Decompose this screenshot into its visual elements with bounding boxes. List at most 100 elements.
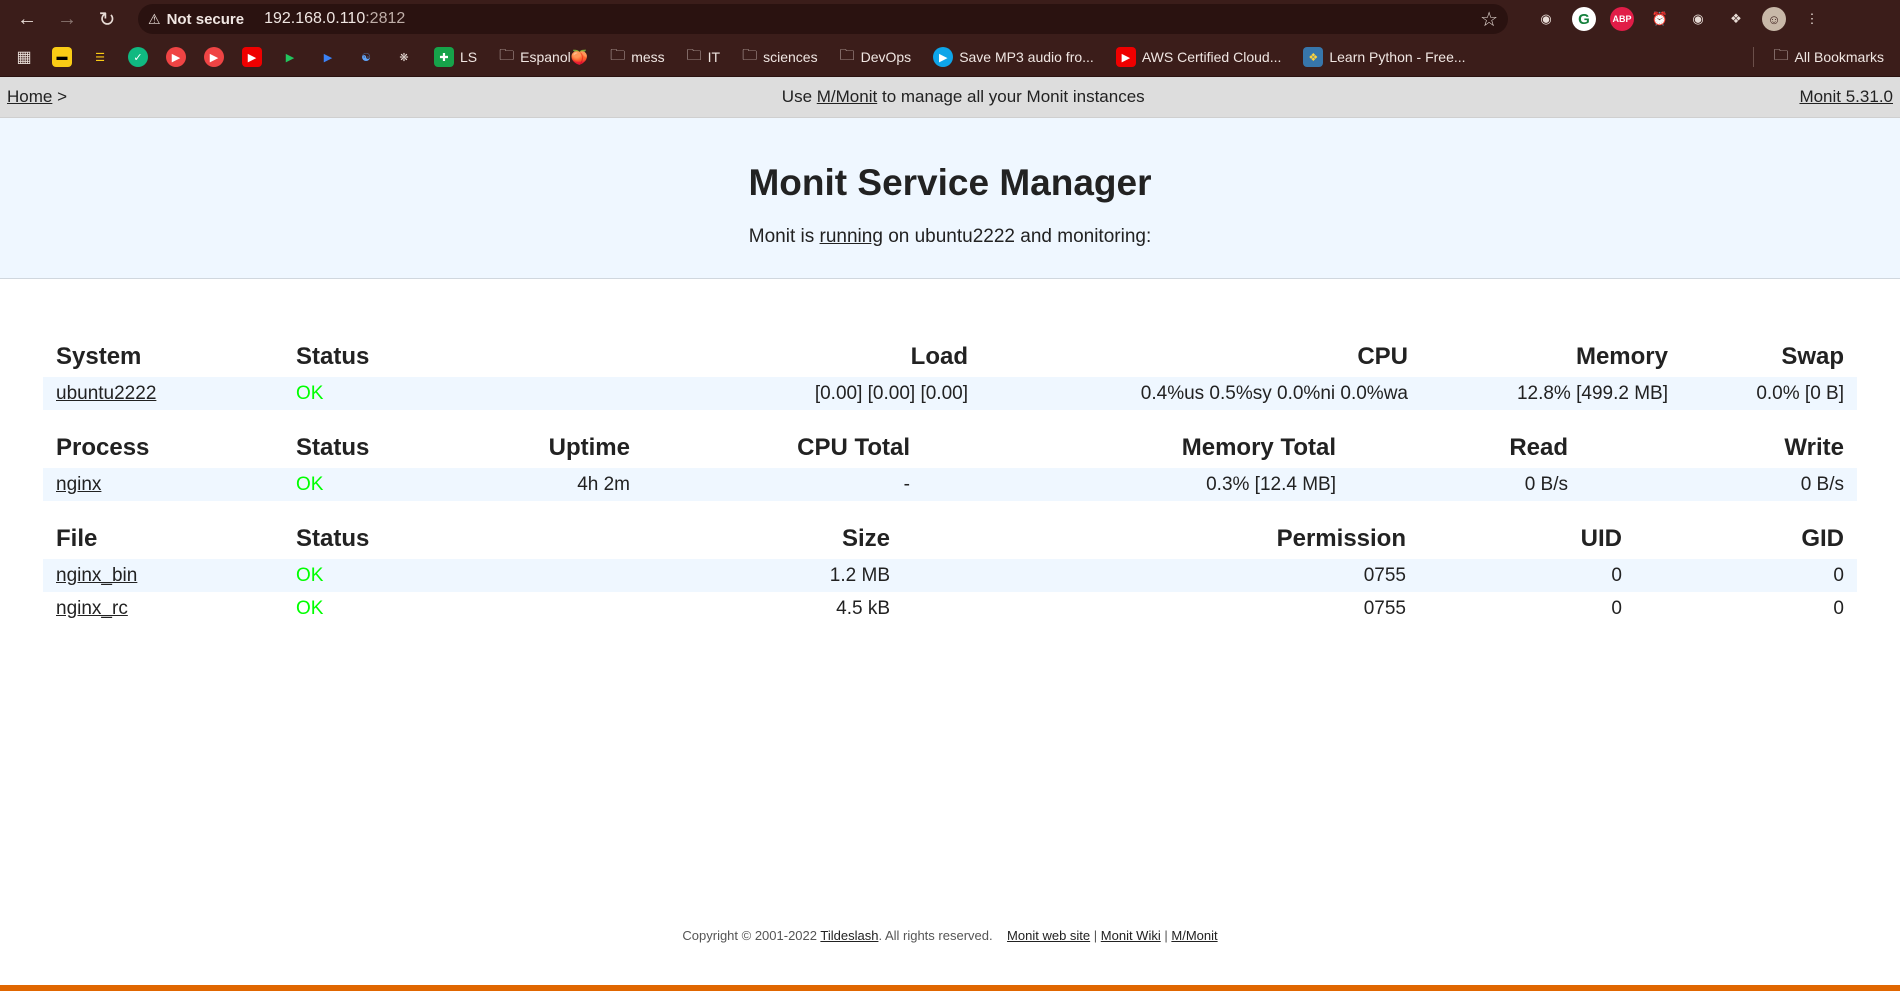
folder-icon: 🗀 — [610, 46, 626, 64]
breadcrumb-separator: > — [57, 87, 68, 106]
status-cell: OK — [283, 377, 532, 410]
grammarly-icon[interactable]: G — [1572, 7, 1596, 31]
memory-cell: 12.8% [499.2 MB] — [1421, 377, 1681, 410]
library-icon[interactable]: ☯ — [356, 47, 376, 67]
video-icon[interactable]: ▶ — [166, 47, 186, 67]
apps-grid-icon[interactable]: ▦ — [14, 47, 34, 67]
page-title: Monit Service Manager — [748, 162, 1152, 203]
size-cell: 4.5 kB — [836, 597, 890, 619]
uptime-cell: 4h 2m — [463, 468, 643, 501]
sheets-icon: ✚ — [434, 47, 454, 67]
youtube-music-icon[interactable]: ▶ — [204, 47, 224, 67]
alarm-icon[interactable]: ⏰ — [1648, 7, 1672, 31]
target-icon[interactable]: ◉ — [1534, 7, 1558, 31]
play-books-icon[interactable]: ▶ — [318, 47, 338, 67]
camera-icon[interactable]: ◉ — [1686, 7, 1710, 31]
system-link[interactable]: ubuntu2222 — [56, 383, 156, 404]
bookmark-mess[interactable]: 🗀 mess — [602, 45, 672, 70]
write-cell: 0 B/s — [1581, 468, 1857, 501]
menu-dots-icon[interactable]: ⋮ — [1800, 7, 1824, 31]
notes-icon[interactable]: ▬ — [52, 47, 72, 67]
chatgpt-icon[interactable]: ❋ — [394, 47, 414, 67]
file-link[interactable]: nginx_bin — [56, 565, 137, 586]
folder-icon: 🗀 — [742, 46, 758, 64]
file-name-cell: nginx_rc — [43, 592, 283, 625]
running-link[interactable]: running — [820, 226, 883, 247]
address-bar[interactable]: ⚠ Not secure 192.168.0.110:2812 ☆ — [138, 4, 1508, 34]
col-header: Status — [296, 343, 370, 370]
table-row: nginx_rc OK 4.5 kB 0755 0 0 — [43, 592, 1857, 625]
folder-icon: 🗀 — [1773, 46, 1789, 64]
bookmark-sciences[interactable]: 🗀 sciences — [734, 45, 825, 70]
back-icon[interactable]: ← — [10, 4, 44, 34]
url-text[interactable]: 192.168.0.110:2812 — [264, 10, 1480, 28]
shield-icon[interactable]: ✓ — [128, 47, 148, 67]
accent-line — [0, 985, 1900, 991]
youtube-icon[interactable]: ▶ — [242, 47, 262, 67]
adblock-icon[interactable]: ABP — [1610, 7, 1634, 31]
mmonit-promo: Use M/Monit to manage all your Monit ins… — [781, 87, 1145, 106]
bookmark-it[interactable]: 🗀 IT — [679, 45, 728, 70]
header-banner: Monit Service Manager Monit is running o… — [0, 118, 1900, 279]
col-header: Process — [56, 434, 150, 461]
bookmark-save-mp3[interactable]: ▶ Save MP3 audio fro... — [925, 47, 1102, 67]
bookmarks-bar: ▦ ▬ ☰ ✓ ▶ ▶ ▶ ▶ ▶ ☯ ❋ ✚ LS 🗀 Espanol🍑 🗀 mes… — [0, 38, 1900, 77]
version-link[interactable]: Monit 5.31.0 — [1799, 87, 1893, 106]
col-header: Size — [841, 525, 890, 552]
profile-avatar[interactable]: ☺ — [1762, 7, 1786, 31]
browser-toolbar: ← → ↻ ⚠ Not secure 192.168.0.110:2812 ☆ … — [0, 0, 1900, 38]
gid-cell: 0 — [1635, 559, 1857, 592]
forward-icon[interactable]: → — [50, 4, 84, 34]
puzzle-icon[interactable]: ❖ — [1724, 7, 1748, 31]
folder-icon: 🗀 — [686, 46, 702, 64]
system-name-cell: ubuntu2222 — [43, 377, 283, 410]
python-icon: ❖ — [1303, 47, 1324, 67]
status-cell: OK — [283, 468, 463, 501]
bookmark-star-icon[interactable]: ☆ — [1480, 7, 1498, 32]
col-header: CPU Total — [797, 434, 910, 461]
lines-icon[interactable]: ☰ — [90, 47, 110, 67]
file-link[interactable]: nginx_rc — [56, 598, 128, 619]
system-table: System Status Load CPU Memory Swap ubunt… — [43, 337, 1857, 410]
col-header: CPU — [1357, 343, 1408, 370]
monit-wiki-link[interactable]: Monit Wiki — [1101, 928, 1161, 943]
version-info: Monit 5.31.0 — [1799, 87, 1893, 107]
swap-cell: 0.0% [0 B] — [1681, 377, 1857, 410]
play-icon: ▶ — [933, 47, 954, 67]
tildeslash-link[interactable]: Tildeslash — [820, 928, 878, 943]
main-content: System Status Load CPU Memory Swap ubunt… — [0, 279, 1900, 625]
not-secure-label[interactable]: Not secure — [167, 11, 245, 28]
bookmark-espanol[interactable]: 🗀 Espanol🍑 — [491, 45, 596, 70]
mmonit-link[interactable]: M/Monit — [817, 87, 877, 106]
home-link[interactable]: Home — [7, 87, 52, 106]
gid-cell: 0 — [1833, 597, 1844, 619]
bookmark-aws[interactable]: ▶ AWS Certified Cloud... — [1108, 47, 1290, 67]
cpu-total-cell: - — [643, 468, 923, 501]
col-header: Permission — [1276, 525, 1406, 552]
uid-cell: 0 — [1419, 559, 1635, 592]
process-name-cell: nginx — [43, 468, 283, 501]
permission-cell: 0755 — [903, 559, 1419, 592]
status-cell: OK — [296, 597, 324, 619]
col-header: File — [56, 525, 98, 552]
read-cell: 0 B/s — [1349, 468, 1581, 501]
reload-icon[interactable]: ↻ — [90, 4, 124, 34]
bookmark-python[interactable]: ❖ Learn Python - Free... — [1295, 47, 1473, 67]
col-header: System — [56, 343, 142, 370]
play-store-icon[interactable]: ▶ — [280, 47, 300, 67]
status-cell: OK — [283, 559, 503, 592]
load-cell: [0.00] [0.00] [0.00] — [531, 377, 981, 410]
footer-mmonit-link[interactable]: M/Monit — [1171, 928, 1217, 943]
monit-website-link[interactable]: Monit web site — [1007, 928, 1090, 943]
col-header: Write — [1784, 434, 1844, 461]
col-header: Status — [296, 525, 370, 552]
cpu-cell: 0.4%us 0.5%sy 0.0%ni 0.0%wa — [981, 377, 1421, 410]
table-row: nginx_bin OK 1.2 MB 0755 0 0 — [43, 559, 1857, 592]
bookmark-ls[interactable]: ✚ LS — [426, 47, 485, 67]
process-link[interactable]: nginx — [56, 474, 101, 495]
extensions-area: ◉ G ABP ⏰ ◉ ❖ ☺ ⋮ — [1534, 7, 1824, 31]
bookmark-devops[interactable]: 🗀 DevOps — [832, 45, 920, 70]
all-bookmarks[interactable]: 🗀 All Bookmarks — [1766, 45, 1892, 70]
col-header: Memory — [1575, 343, 1668, 370]
file-table: File Status Size Permission UID GID ngin… — [43, 519, 1857, 625]
